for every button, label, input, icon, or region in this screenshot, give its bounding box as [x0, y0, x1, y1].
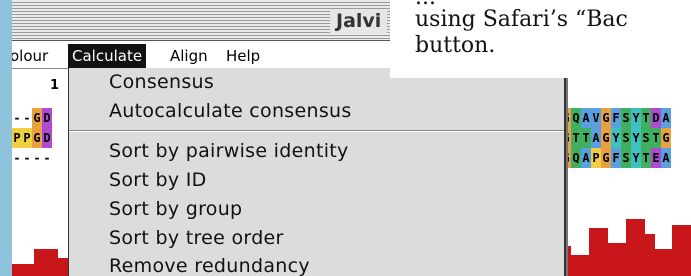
- calculate-menu-dropdown: Consensus Autocalculate consensus Sort b…: [68, 68, 566, 276]
- sequence-left-row[interactable]: ----: [12, 148, 68, 168]
- residue[interactable]: F: [611, 148, 621, 168]
- window-title: Jalvi: [330, 9, 388, 33]
- menu-item-sort-by-tree-order[interactable]: Sort by tree order: [109, 226, 284, 250]
- residue[interactable]: S: [621, 148, 631, 168]
- residue[interactable]: P: [591, 148, 601, 168]
- residue[interactable]: G: [32, 108, 42, 128]
- residue[interactable]: G: [601, 148, 611, 168]
- residue[interactable]: S: [641, 128, 651, 148]
- sequence-left-row[interactable]: --GD: [12, 108, 68, 128]
- quality-bar: [56, 258, 69, 276]
- residue[interactable]: T: [651, 128, 661, 148]
- menu-colour[interactable]: olour: [12, 44, 52, 68]
- residue[interactable]: D: [42, 108, 52, 128]
- residue[interactable]: G: [661, 128, 671, 148]
- menu-item-consensus[interactable]: Consensus: [109, 70, 214, 94]
- menu-calculate[interactable]: Calculate: [68, 44, 147, 68]
- sequence-panel-left[interactable]: --GDPPGD----: [12, 108, 68, 168]
- sequence-right-row[interactable]: GQAVGFSYTDA: [561, 108, 671, 128]
- sequence-right-row[interactable]: GTTAGYSYSTG: [561, 128, 671, 148]
- menu-align[interactable]: Align: [166, 44, 212, 68]
- residue[interactable]: -: [22, 108, 32, 128]
- quality-bar: [34, 249, 47, 276]
- residue[interactable]: Y: [631, 128, 641, 148]
- residue[interactable]: A: [581, 148, 591, 168]
- quality-bar: [681, 225, 691, 276]
- residue[interactable]: T: [581, 128, 591, 148]
- caption-line-2: using Safari’s “Bac: [415, 7, 628, 32]
- menu-item-remove-redundancy[interactable]: Remove redundancy: [109, 254, 310, 276]
- residue[interactable]: -: [22, 148, 32, 168]
- caption-line-3: button.: [415, 33, 496, 58]
- residue[interactable]: Y: [611, 128, 621, 148]
- menu-item-sort-pairwise-identity[interactable]: Sort by pairwise identity: [109, 139, 349, 163]
- residue[interactable]: G: [32, 128, 42, 148]
- residue[interactable]: A: [661, 148, 671, 168]
- residue[interactable]: Q: [571, 108, 581, 128]
- quality-bar: [45, 249, 58, 276]
- menu-item-autocalculate-consensus[interactable]: Autocalculate consensus: [109, 99, 352, 123]
- caption-text-box: ... using Safari’s “Bac button.: [390, 0, 691, 78]
- residue[interactable]: P: [22, 128, 32, 148]
- sequence-right-row[interactable]: GQAPGFSYTEA: [561, 148, 671, 168]
- residue[interactable]: A: [661, 108, 671, 128]
- residue[interactable]: E: [651, 148, 661, 168]
- residue[interactable]: -: [12, 108, 22, 128]
- residue[interactable]: G: [601, 108, 611, 128]
- residue[interactable]: S: [621, 128, 631, 148]
- residue[interactable]: S: [621, 108, 631, 128]
- residue[interactable]: T: [571, 128, 581, 148]
- residue[interactable]: A: [581, 108, 591, 128]
- residue[interactable]: Y: [631, 148, 641, 168]
- residue[interactable]: D: [651, 108, 661, 128]
- residue[interactable]: D: [42, 128, 52, 148]
- residue[interactable]: P: [12, 128, 22, 148]
- menu-separator: [69, 130, 564, 132]
- residue[interactable]: V: [591, 108, 601, 128]
- residue[interactable]: T: [641, 108, 651, 128]
- menu-help[interactable]: Help: [222, 44, 264, 68]
- quality-annotation-left: [12, 216, 69, 276]
- residue[interactable]: -: [32, 148, 42, 168]
- residue[interactable]: Q: [571, 148, 581, 168]
- quality-bar: [23, 264, 36, 276]
- menu-item-sort-by-group[interactable]: Sort by group: [109, 197, 242, 221]
- residue[interactable]: A: [591, 128, 601, 148]
- residue[interactable]: F: [611, 108, 621, 128]
- alignment-ruler: 1: [50, 78, 60, 93]
- quality-annotation-right: [561, 216, 691, 276]
- residue[interactable]: G: [601, 128, 611, 148]
- sequence-panel-right[interactable]: GQAVGFSYTDAGTTAGYSYSTGGQAPGFSYTEA: [561, 108, 671, 168]
- residue[interactable]: T: [641, 148, 651, 168]
- residue[interactable]: Y: [631, 108, 641, 128]
- sequence-left-row[interactable]: PPGD: [12, 128, 68, 148]
- residue[interactable]: -: [42, 148, 52, 168]
- menu-item-sort-by-id[interactable]: Sort by ID: [109, 168, 207, 192]
- quality-bar: [12, 264, 24, 276]
- residue[interactable]: -: [12, 148, 22, 168]
